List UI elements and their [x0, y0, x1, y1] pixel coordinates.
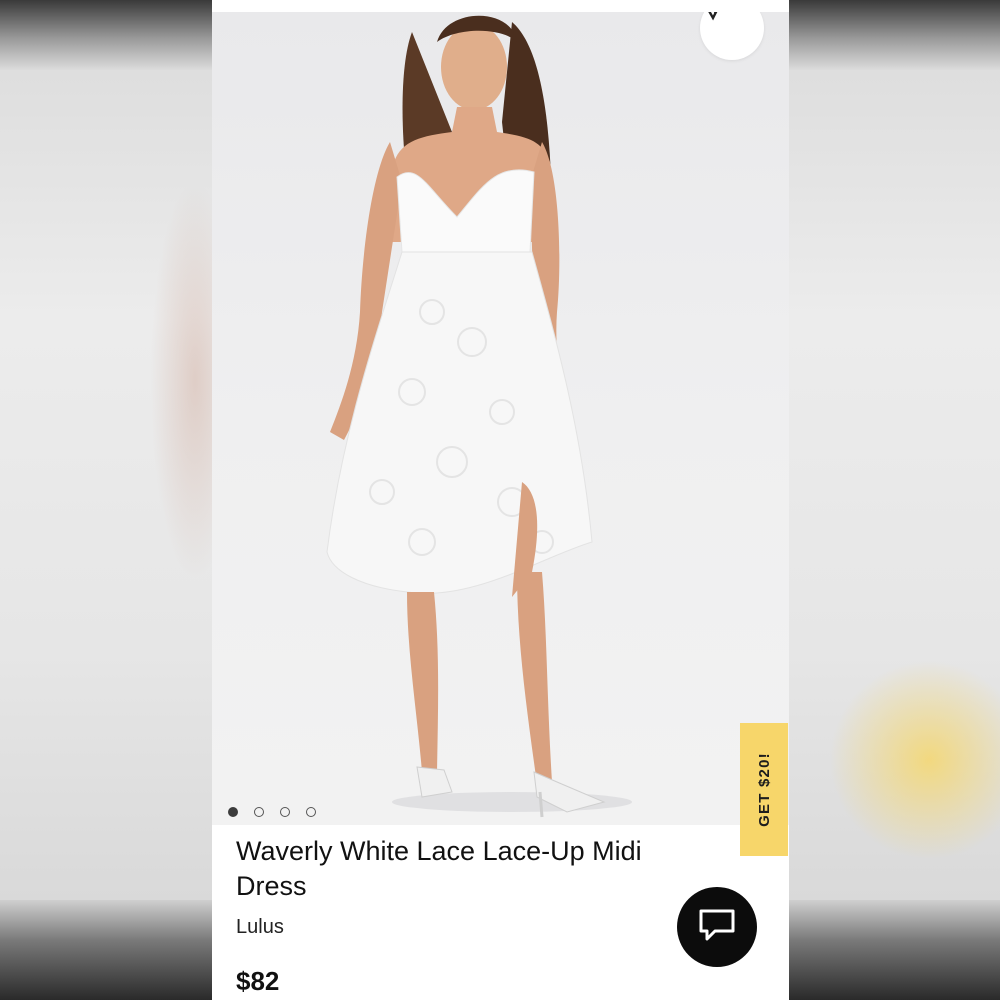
carousel-dot[interactable] — [306, 807, 316, 817]
dress-illustration — [326, 15, 632, 818]
carousel-dot[interactable] — [254, 807, 264, 817]
blurred-backdrop-right — [789, 0, 1000, 1000]
chat-bubble-icon — [697, 907, 737, 948]
carousel-indicator — [228, 807, 316, 817]
promo-label: GET $20! — [755, 752, 773, 827]
product-photo[interactable] — [212, 12, 789, 825]
chat-button[interactable] — [677, 887, 757, 967]
blurred-backdrop-left — [0, 0, 212, 1000]
status-strip — [212, 0, 789, 12]
product-screen: GET $20! Waverly White Lace Lace-Up Midi… — [212, 0, 789, 1000]
product-price: $82 — [236, 966, 280, 996]
get-20-promo-tab[interactable]: GET $20! — [740, 723, 788, 856]
carousel-dot[interactable] — [228, 807, 238, 817]
carousel-dot[interactable] — [280, 807, 290, 817]
product-brand[interactable]: Lulus — [236, 916, 284, 939]
product-title: Waverly White Lace Lace-Up Midi Dress — [236, 836, 642, 901]
